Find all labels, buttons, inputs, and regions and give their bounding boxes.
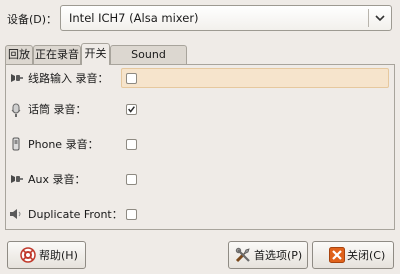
- chevron-down-icon[interactable]: [374, 10, 386, 26]
- help-button-label: 帮助(H): [39, 249, 78, 262]
- help-button[interactable]: 帮助(H): [7, 241, 86, 269]
- speaker-icon: [10, 209, 21, 219]
- tab-playback[interactable]: 回放: [5, 45, 33, 64]
- switch-label-aux: Aux 录音：: [28, 173, 86, 186]
- microphone-icon: [11, 103, 21, 117]
- tab-sound-theme[interactable]: Sound Theme: [110, 45, 187, 78]
- phone-icon: [12, 137, 20, 151]
- line-in-icon: [11, 74, 23, 82]
- aux-icon: [11, 175, 23, 183]
- switch-label-duplicate-front: Duplicate Front：: [28, 208, 123, 221]
- help-icon: [20, 247, 36, 263]
- device-select-value: Intel ICH7 (Alsa mixer): [69, 11, 199, 25]
- device-label: 设备(D)：: [7, 13, 58, 26]
- checkmark-icon: [128, 106, 135, 113]
- phone-capture-checkbox[interactable]: [126, 139, 137, 150]
- close-icon: [329, 247, 345, 263]
- tab-switches[interactable]: 开关: [81, 43, 110, 65]
- row-highlight: [121, 68, 389, 88]
- switch-label-microphone: 话筒 录音：: [28, 103, 87, 116]
- device-select[interactable]: Intel ICH7 (Alsa mixer): [60, 5, 392, 31]
- aux-capture-checkbox[interactable]: [126, 174, 137, 185]
- preferences-button[interactable]: 首选项(P): [228, 241, 308, 269]
- duplicate-front-checkbox[interactable]: [126, 209, 137, 220]
- switch-label-phone: Phone 录音：: [28, 138, 99, 151]
- preferences-button-label: 首选项(P): [254, 249, 303, 262]
- line-in-capture-checkbox[interactable]: [126, 73, 137, 84]
- switch-label-line-in: 线路输入 录音：: [28, 72, 109, 85]
- microphone-capture-checkbox[interactable]: [126, 104, 137, 115]
- tools-icon: [235, 247, 250, 263]
- close-button[interactable]: 关闭(C): [312, 241, 394, 269]
- tab-recording[interactable]: 正在录音: [33, 45, 81, 64]
- close-button-label: 关闭(C): [347, 249, 386, 262]
- combo-separator: [368, 9, 369, 27]
